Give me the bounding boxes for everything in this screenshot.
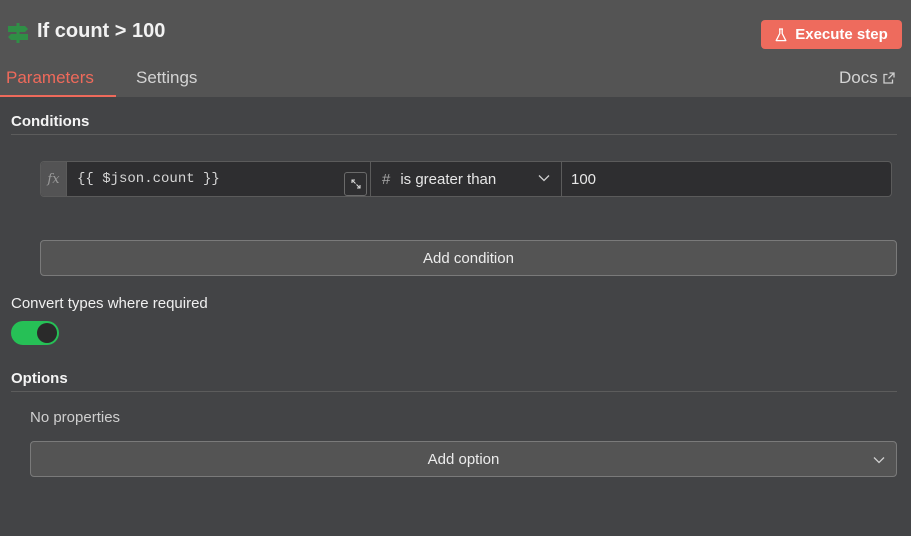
condition-row: fx {{ $json.count }} # is greater than 1… <box>40 161 892 197</box>
expand-icon <box>350 179 361 189</box>
tab-parameters[interactable]: Parameters <box>6 68 94 88</box>
docs-label: Docs <box>839 68 878 87</box>
conditions-divider <box>11 134 897 135</box>
open-expression-editor-button[interactable] <box>344 172 367 196</box>
options-divider <box>11 391 897 392</box>
external-link-icon <box>883 72 895 84</box>
node-title: If count > 100 <box>37 20 166 42</box>
condition-left-value: {{ $json.count }} <box>77 171 220 187</box>
condition-right-value: 100 <box>571 170 597 188</box>
condition-operator-value: is greater than <box>400 170 497 188</box>
condition-right-value-input[interactable]: 100 <box>562 162 891 196</box>
execute-step-label: Execute step <box>795 26 888 43</box>
convert-types-label: Convert types where required <box>11 295 208 312</box>
conditions-section-label: Conditions <box>11 113 90 130</box>
convert-types-toggle[interactable] <box>11 321 59 345</box>
add-condition-button[interactable]: Add condition <box>40 240 897 276</box>
toggle-knob <box>37 323 57 343</box>
add-option-dropdown[interactable]: Add option <box>30 441 897 477</box>
tab-settings[interactable]: Settings <box>136 68 197 88</box>
options-section-label: Options <box>11 370 68 387</box>
condition-left-value-input[interactable]: {{ $json.count }} <box>67 162 371 196</box>
active-tab-indicator <box>0 95 116 97</box>
flask-icon <box>775 27 787 41</box>
number-type-icon: # <box>382 170 391 188</box>
add-condition-label: Add condition <box>423 249 514 267</box>
no-properties-text: No properties <box>30 409 121 426</box>
node-header: If count > 100 Execute step Parameters S… <box>0 0 911 97</box>
expression-fx-badge[interactable]: fx <box>41 162 67 196</box>
execute-step-button[interactable]: Execute step <box>761 20 902 49</box>
signpost-icon <box>8 23 28 43</box>
add-option-label: Add option <box>427 450 500 468</box>
condition-operator-select[interactable]: # is greater than <box>371 162 562 196</box>
chevron-down-icon <box>873 457 885 464</box>
docs-link[interactable]: Docs <box>839 68 895 88</box>
chevron-down-icon <box>538 175 550 182</box>
